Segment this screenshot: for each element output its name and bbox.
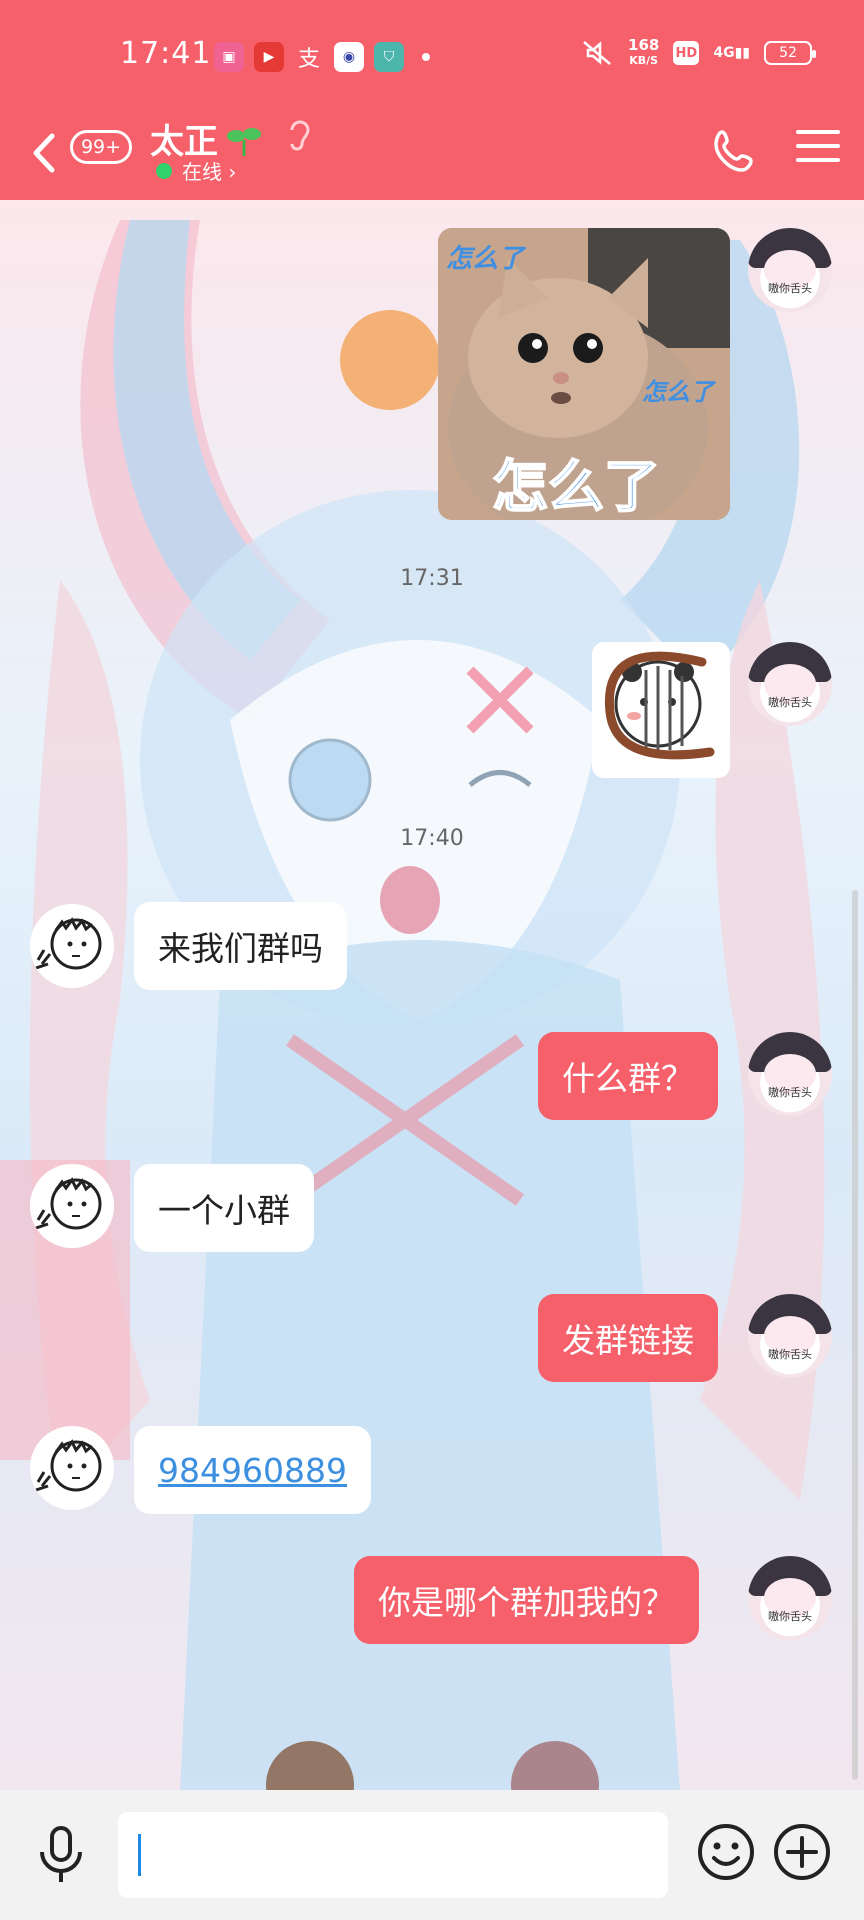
cat-sticker-caption-right: 怎么了: [642, 378, 714, 406]
video-app-icon: ▶: [254, 42, 284, 72]
mute-icon: [583, 41, 611, 65]
contact-avatar[interactable]: [30, 1426, 114, 1514]
app-notification-icon: ▣: [214, 42, 244, 72]
avatar[interactable]: 嗷你舌头: [748, 642, 832, 726]
my-avatar[interactable]: 嗷你舌头: [748, 642, 832, 726]
signal-label: 4G: [713, 45, 735, 61]
network-speed-value: 168: [628, 36, 660, 54]
avatar[interactable]: 嗷你舌头: [748, 1556, 832, 1640]
battery-level: 52: [779, 45, 797, 61]
system-icons: 168 KB/S HD 4G▮▮ 52: [580, 38, 816, 68]
microphone-icon[interactable]: [36, 1824, 86, 1886]
scrollbar[interactable]: [852, 890, 858, 1780]
network-speed-unit: KB/S: [629, 54, 659, 67]
chat-header: 17:41 ▣ ▶ 支 ◉ ⛉ 168 KB/S HD 4G▮▮ 52 99+ …: [0, 0, 864, 200]
doodle-avatar-icon[interactable]: [30, 1426, 114, 1510]
ear-icon[interactable]: [284, 116, 314, 156]
input-bar: [0, 1790, 864, 1920]
timestamp: 17:40: [400, 826, 464, 851]
online-status-label: 在线 ›: [182, 160, 237, 184]
menu-button[interactable]: [796, 130, 840, 174]
message-input[interactable]: [118, 1812, 668, 1898]
bear-in-cage-sticker-art: [604, 651, 715, 760]
group-number-link[interactable]: 984960889: [158, 1451, 347, 1490]
chat-area[interactable]: 怎么了 怎么了 怎么了 嗷你舌头 17:31 嗷你舌头 17:40 来我们群吗 …: [0, 200, 864, 1790]
network-speed: 168 KB/S: [628, 38, 659, 68]
online-status[interactable]: 在线 ›: [156, 156, 236, 185]
sprout-icon: [227, 128, 261, 156]
phone-call-button[interactable]: [708, 126, 760, 178]
online-dot: [156, 162, 172, 179]
avatar[interactable]: 嗷你舌头: [748, 1294, 832, 1378]
unread-count-badge[interactable]: 99+: [70, 130, 132, 164]
chat-nav: 99+ 太正 在线 ›: [0, 110, 864, 200]
browser-app-icon: ◉: [334, 42, 364, 72]
background-illustration: [0, 220, 825, 1790]
my-avatar[interactable]: 嗷你舌头: [748, 1032, 832, 1116]
message-bubble-incoming: 984960889: [134, 1426, 371, 1514]
back-button[interactable]: [30, 128, 60, 178]
my-avatar[interactable]: 嗷你舌头: [748, 1294, 832, 1378]
avatar[interactable]: 嗷你舌头: [748, 1032, 832, 1116]
plus-icon[interactable]: [772, 1822, 832, 1882]
status-time: 17:41: [120, 36, 212, 71]
avatar-caption: 嗷你舌头: [768, 1348, 812, 1361]
avatar-caption: 嗷你舌头: [768, 1610, 812, 1623]
avatar-caption: 嗷你舌头: [768, 1086, 812, 1099]
emoji-icon[interactable]: [696, 1822, 756, 1882]
my-avatar[interactable]: 嗷你舌头: [748, 1556, 832, 1640]
more-notifications-dot: [422, 53, 430, 61]
signal-icon: 4G▮▮: [713, 45, 750, 61]
bear-sticker-image[interactable]: [592, 642, 730, 778]
shield-app-icon: ⛉: [374, 42, 404, 72]
notification-icons: ▣ ▶ 支 ◉ ⛉: [214, 42, 430, 72]
doodle-avatar-icon[interactable]: [30, 1164, 114, 1248]
cat-sticker-caption-main: 怎么了: [491, 454, 661, 520]
avatar-caption: 嗷你舌头: [768, 282, 812, 295]
message-bubble-outgoing[interactable]: 什么群？: [538, 1032, 718, 1120]
text-cursor: [138, 1834, 141, 1876]
message-bubble-incoming[interactable]: 一个小群: [134, 1164, 314, 1252]
contact-avatar[interactable]: [30, 1164, 114, 1252]
timestamp: 17:31: [400, 566, 464, 591]
avatar[interactable]: 嗷你舌头: [748, 228, 832, 312]
avatar-caption: 嗷你舌头: [768, 696, 812, 709]
alipay-icon: 支: [297, 47, 320, 72]
battery-icon: 52: [764, 41, 816, 65]
status-bar: 17:41 ▣ ▶ 支 ◉ ⛉ 168 KB/S HD 4G▮▮ 52: [0, 0, 864, 110]
cat-sticker-caption-top: 怎么了: [446, 244, 525, 274]
contact-avatar[interactable]: [30, 904, 114, 992]
message-bubble-outgoing[interactable]: 发群链接: [538, 1294, 718, 1382]
hd-badge: HD: [673, 41, 700, 65]
cat-sticker-image[interactable]: 怎么了 怎么了 怎么了: [438, 228, 730, 520]
my-avatar[interactable]: 嗷你舌头: [748, 228, 832, 312]
message-bubble-outgoing[interactable]: 你是哪个群加我的？: [354, 1556, 699, 1644]
doodle-avatar-icon[interactable]: [30, 904, 114, 988]
message-bubble-incoming[interactable]: 来我们群吗: [134, 902, 347, 990]
